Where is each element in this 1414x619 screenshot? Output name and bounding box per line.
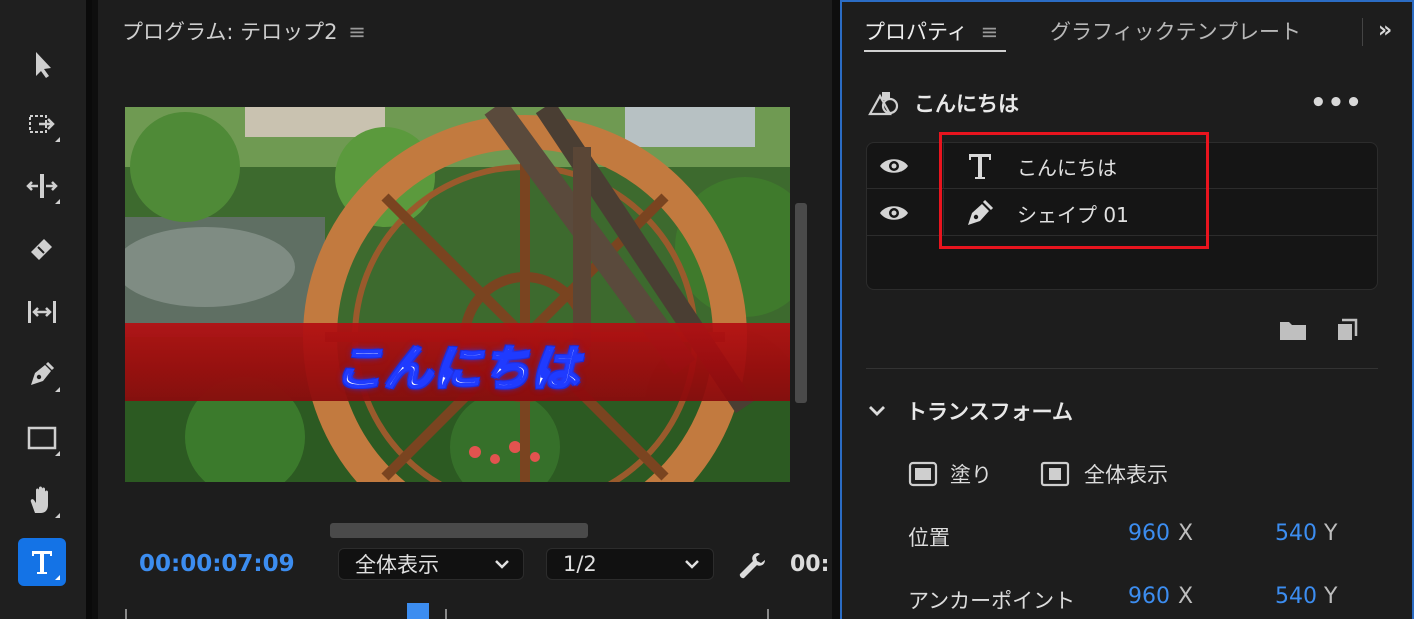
- vertical-scrollbar[interactable]: [795, 203, 807, 403]
- graphic-shapes-icon: [868, 92, 899, 116]
- anchor-point-label: アンカーポイント: [908, 589, 1076, 613]
- position-label: 位置: [908, 526, 950, 550]
- layer-name: シェイプ 01: [1017, 203, 1129, 227]
- hand-tool-button[interactable]: [18, 476, 66, 524]
- section-divider: [866, 368, 1378, 369]
- video-frame[interactable]: こんにちは: [125, 107, 790, 482]
- chevron-down-icon[interactable]: [866, 400, 888, 422]
- razor-tool-button[interactable]: [18, 224, 66, 272]
- active-tab-indicator: [864, 50, 1006, 52]
- graphic-title: こんにちは: [914, 92, 1019, 116]
- more-tabs-icon[interactable]: »: [1378, 18, 1392, 43]
- x-axis-label: X: [1178, 521, 1194, 546]
- tab-essential-graphics[interactable]: グラフィックテンプレート: [1050, 16, 1301, 46]
- playback-resolution-dropdown[interactable]: 1/2: [546, 548, 714, 580]
- program-monitor-panel: プログラム: テロップ2 ≡ こんにちは 00:00:07:09 全体表示 1/…: [98, 0, 832, 619]
- pen-icon: [31, 361, 55, 385]
- y-axis-label: Y: [1324, 584, 1338, 609]
- position-x-value[interactable]: 960: [1128, 521, 1170, 546]
- ruler-tick: [767, 609, 769, 619]
- panel-menu-icon[interactable]: ≡: [348, 20, 366, 44]
- tool-flyout-indicator: [55, 575, 60, 580]
- selection-tool-button[interactable]: [18, 40, 66, 88]
- transform-section-title[interactable]: トランスフォーム: [906, 396, 1073, 426]
- eye-icon[interactable]: [877, 151, 911, 181]
- type-icon: [32, 551, 52, 574]
- layer-list: こんにちは シェイプ 01: [866, 142, 1378, 290]
- playhead[interactable]: [407, 603, 429, 619]
- text-icon: [969, 154, 991, 179]
- tools-panel: [0, 0, 92, 619]
- playback-resolution-value: 1/2: [563, 552, 597, 576]
- layer-row-shape[interactable]: シェイプ 01: [867, 190, 1377, 236]
- ruler-tick: [445, 609, 447, 619]
- program-title-text: プログラム: テロップ2: [122, 20, 338, 44]
- layer-row-text[interactable]: こんにちは: [867, 143, 1377, 189]
- hand-icon: [30, 486, 48, 513]
- y-axis-label: Y: [1324, 521, 1338, 546]
- anchor-x-value[interactable]: 960: [1128, 584, 1170, 609]
- pen-tool-button[interactable]: [18, 350, 66, 398]
- folder-icon[interactable]: [1278, 318, 1308, 342]
- razor-icon: [31, 239, 52, 260]
- caption-text[interactable]: こんにちは: [334, 329, 580, 399]
- time-ruler[interactable]: [125, 605, 775, 619]
- eye-icon[interactable]: [877, 198, 911, 228]
- anchor-y-value[interactable]: 540: [1275, 584, 1317, 609]
- rectangle-tool-button[interactable]: [18, 414, 66, 462]
- program-monitor-title[interactable]: プログラム: テロップ2 ≡: [122, 16, 366, 46]
- row-divider: [943, 143, 944, 189]
- waterwheel-scene-image: [125, 107, 790, 482]
- position-y-value[interactable]: 540: [1275, 521, 1317, 546]
- layer-name: こんにちは: [1017, 156, 1117, 180]
- tool-flyout-indicator: [55, 451, 60, 456]
- duration-timecode: 00:: [790, 552, 830, 577]
- more-options-icon[interactable]: •••: [1310, 88, 1363, 118]
- zoom-level-value: 全体表示: [355, 553, 439, 577]
- chevron-down-icon: [495, 560, 509, 569]
- track-select-icon: [29, 115, 55, 133]
- anchor-point-property-row: アンカーポイント 960 X 540 Y: [908, 581, 1388, 613]
- ruler-tick: [125, 609, 127, 619]
- row-divider: [943, 190, 944, 236]
- horizontal-scrollbar[interactable]: [330, 523, 588, 538]
- ripple-edit-icon: [26, 174, 58, 198]
- slip-icon: [28, 301, 56, 323]
- panel-menu-icon[interactable]: ≡: [980, 20, 998, 44]
- x-axis-label: X: [1178, 584, 1194, 609]
- wrench-icon[interactable]: [736, 550, 768, 582]
- tab-divider: [1362, 18, 1363, 46]
- track-select-tool-button[interactable]: [18, 100, 66, 148]
- fit-frame-icon[interactable]: [1040, 460, 1070, 488]
- tool-flyout-indicator: [55, 199, 60, 204]
- playhead-timecode[interactable]: 00:00:07:09: [139, 551, 295, 577]
- type-tool-button[interactable]: [18, 538, 66, 586]
- tab-properties[interactable]: プロパティ ≡: [864, 16, 998, 46]
- fit-frame-label[interactable]: 全体表示: [1084, 459, 1168, 489]
- ripple-edit-tool-button[interactable]: [18, 162, 66, 210]
- position-property-row: 位置 960 X 540 Y: [908, 518, 1388, 550]
- tab-properties-label: プロパティ: [864, 20, 968, 44]
- fill-frame-icon[interactable]: [908, 460, 938, 488]
- rectangle-icon: [27, 426, 57, 450]
- chevron-down-icon: [685, 560, 699, 569]
- tool-flyout-indicator: [55, 387, 60, 392]
- arrow-icon: [36, 52, 51, 78]
- slip-tool-button[interactable]: [18, 288, 66, 336]
- fill-frame-label[interactable]: 塗り: [950, 459, 992, 489]
- tool-flyout-indicator: [55, 137, 60, 142]
- new-item-icon[interactable]: [1334, 318, 1358, 342]
- properties-panel: プロパティ ≡ グラフィックテンプレート » こんにちは ••• こんにちは シ…: [840, 0, 1414, 619]
- zoom-level-dropdown[interactable]: 全体表示: [338, 548, 524, 580]
- pen-icon: [968, 199, 994, 225]
- tool-flyout-indicator: [55, 513, 60, 518]
